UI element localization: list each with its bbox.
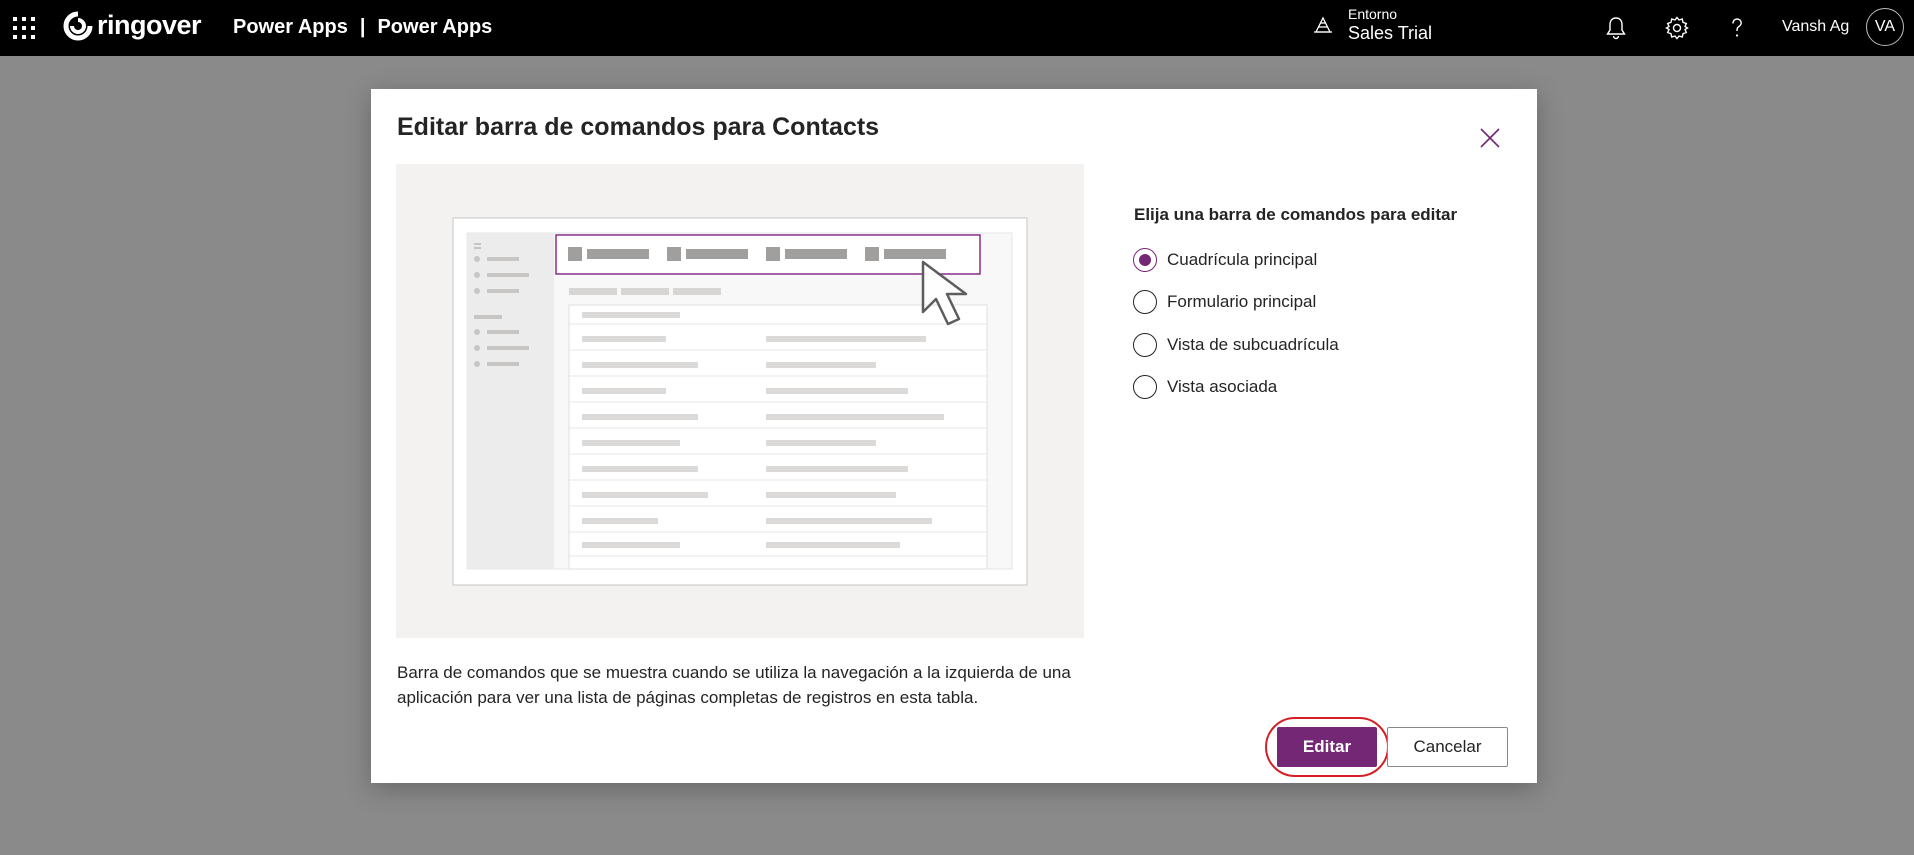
user-name[interactable]: Vansh Ag — [1782, 18, 1849, 36]
command-bar-description: Barra de comandos que se muestra cuando … — [397, 663, 1071, 707]
environment-icon — [1314, 16, 1332, 33]
edit-button[interactable]: Editar — [1277, 727, 1377, 767]
close-icon[interactable] — [1477, 125, 1503, 151]
top-bar: ringover Power Apps | Power Apps Entorno S… — [0, 0, 1914, 56]
app-title-separator: | — [359, 16, 366, 38]
radio-option-subgrid-view[interactable]: Vista de subcuadrícula — [1133, 333, 1339, 357]
ringover-logo-icon — [63, 11, 93, 40]
edit-command-bar-dialog: Editar barra de comandos para Contacts B… — [371, 89, 1537, 783]
dialog-title: Editar barra de comandos para Contacts — [397, 113, 880, 141]
brand-name: ringover — [97, 10, 202, 40]
radio-group-title: Elija una barra de comandos para editar — [1134, 205, 1458, 224]
app-title-left: Power Apps — [233, 16, 348, 38]
environment-picker[interactable]: Entorno Sales Trial — [1312, 6, 1432, 44]
help-icon[interactable] — [1724, 15, 1750, 41]
radio-label: Cuadrícula principal — [1167, 250, 1318, 269]
preview-illustration-panel — [396, 164, 1084, 638]
cancel-button[interactable]: Cancelar — [1387, 727, 1508, 767]
app-title-right: Power Apps — [377, 16, 493, 38]
bell-icon[interactable] — [1603, 15, 1629, 41]
radio-label: Vista de subcuadrícula — [1167, 335, 1339, 354]
waffle-icon[interactable] — [12, 16, 36, 40]
radio-option-main-form[interactable]: Formulario principal — [1133, 290, 1316, 314]
avatar[interactable]: VA — [1866, 8, 1904, 46]
radio-option-main-grid[interactable]: Cuadrícula principal — [1133, 248, 1317, 272]
command-bar-illustration — [452, 217, 1028, 586]
radio-button[interactable] — [1133, 333, 1157, 357]
environment-name: Sales Trial — [1348, 23, 1433, 43]
gear-icon[interactable] — [1664, 15, 1690, 41]
environment-label: Entorno — [1348, 6, 1398, 22]
radio-option-associated-view[interactable]: Vista asociada — [1133, 375, 1277, 399]
radio-button-checked[interactable] — [1133, 248, 1157, 272]
radio-label: Vista asociada — [1167, 377, 1278, 396]
radio-button[interactable] — [1133, 375, 1157, 399]
app-title[interactable]: Power Apps | Power Apps — [233, 16, 492, 39]
radio-dot — [1139, 254, 1151, 266]
radio-label: Formulario principal — [1167, 292, 1317, 311]
brand-logo[interactable]: ringover — [63, 10, 202, 41]
radio-button[interactable] — [1133, 290, 1157, 314]
